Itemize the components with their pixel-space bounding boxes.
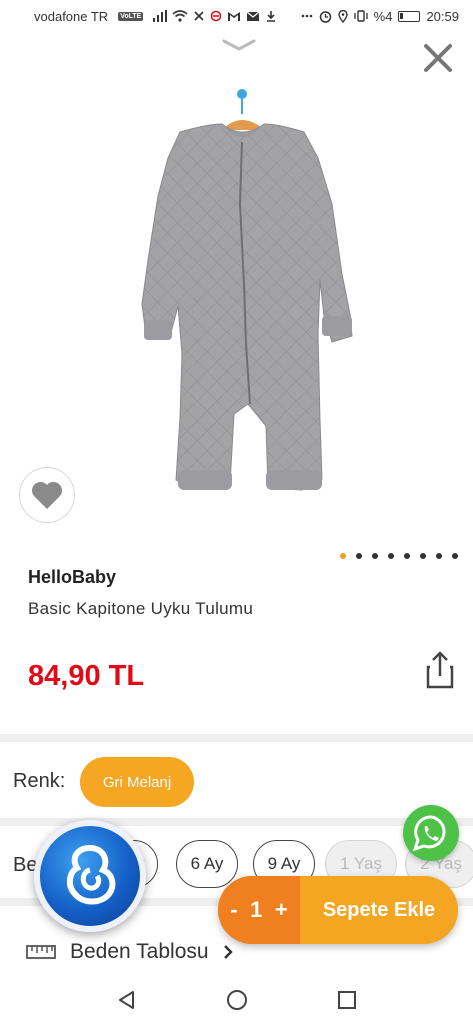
system-nav-bar <box>0 976 473 1024</box>
size-table-label: Beden Tablosu <box>70 940 209 963</box>
divider <box>0 734 473 742</box>
vibrate-icon <box>354 10 368 22</box>
whatsapp-button[interactable] <box>403 805 459 861</box>
product-image-area <box>0 32 473 559</box>
recents-button[interactable] <box>332 985 362 1015</box>
back-button[interactable] <box>112 985 142 1015</box>
quantity-value: 1 <box>250 897 263 922</box>
share-button[interactable] <box>425 650 455 690</box>
chevron-down-icon[interactable] <box>222 38 256 52</box>
color-label: Renk: <box>13 770 66 792</box>
battery-icon <box>398 10 421 22</box>
status-icons <box>153 10 277 22</box>
ruler-icon <box>26 945 56 959</box>
pagination-dot[interactable] <box>340 553 346 559</box>
favorite-button[interactable] <box>19 467 75 523</box>
product-title: Basic Kapitone Uyku Tulumu <box>28 599 254 618</box>
download-icon <box>267 11 276 22</box>
close-icon <box>424 44 452 72</box>
status-bar: vodafone TR VoLTE %4 20:59 <box>0 0 473 32</box>
home-button[interactable] <box>222 985 252 1015</box>
product-image[interactable] <box>118 84 358 524</box>
share-icon <box>426 651 454 689</box>
volte-badge: VoLTE <box>118 11 144 21</box>
add-to-cart-button[interactable]: Sepete Ekle <box>300 876 458 944</box>
pagination-dot[interactable] <box>436 553 442 559</box>
whatsapp-icon <box>412 815 446 852</box>
status-right: %4 20:59 <box>301 9 459 24</box>
status-left: vodafone TR VoLTE <box>34 9 277 24</box>
mail-icon <box>246 11 260 21</box>
more-icon <box>301 14 312 18</box>
battery-percent: %4 <box>373 8 393 24</box>
nfc-icon <box>194 11 204 21</box>
alarm-icon <box>319 10 331 23</box>
close-button[interactable] <box>418 38 458 78</box>
price-label: 84,90 TL <box>28 660 145 692</box>
clock: 20:59 <box>426 8 459 24</box>
pagination-dot[interactable] <box>372 553 378 559</box>
location-icon <box>337 9 348 23</box>
pagination-dot[interactable] <box>356 553 362 559</box>
brand-logo-button[interactable] <box>34 820 146 932</box>
brand-name[interactable]: HelloBaby <box>28 567 116 588</box>
color-option-selected[interactable]: Gri Melanj <box>80 757 194 807</box>
pagination-dot[interactable] <box>420 553 426 559</box>
gmail-icon <box>228 11 241 21</box>
wifi-icon <box>172 10 188 22</box>
recents-icon <box>337 991 356 1009</box>
image-pagination <box>340 553 458 559</box>
brand-logo-icon <box>67 844 116 905</box>
heart-icon <box>31 481 63 509</box>
pagination-dot[interactable] <box>404 553 410 559</box>
carrier-label: vodafone TR <box>34 8 109 24</box>
block-icon <box>211 10 222 22</box>
quantity-stepper: - 1 + <box>218 876 300 944</box>
decrease-quantity-button[interactable]: - <box>230 897 237 923</box>
home-icon <box>226 990 247 1010</box>
signal-icon <box>153 10 168 22</box>
size-option-6-ay[interactable]: 6 Ay <box>176 840 238 888</box>
pagination-dot[interactable] <box>388 553 394 559</box>
pagination-dot[interactable] <box>452 553 458 559</box>
chevron-right-icon <box>223 945 233 959</box>
cart-bar: - 1 + Sepete Ekle <box>218 876 458 944</box>
size-table-link[interactable]: Beden Tablosu <box>26 940 233 964</box>
back-icon <box>118 991 134 1009</box>
increase-quantity-button[interactable]: + <box>275 897 288 923</box>
